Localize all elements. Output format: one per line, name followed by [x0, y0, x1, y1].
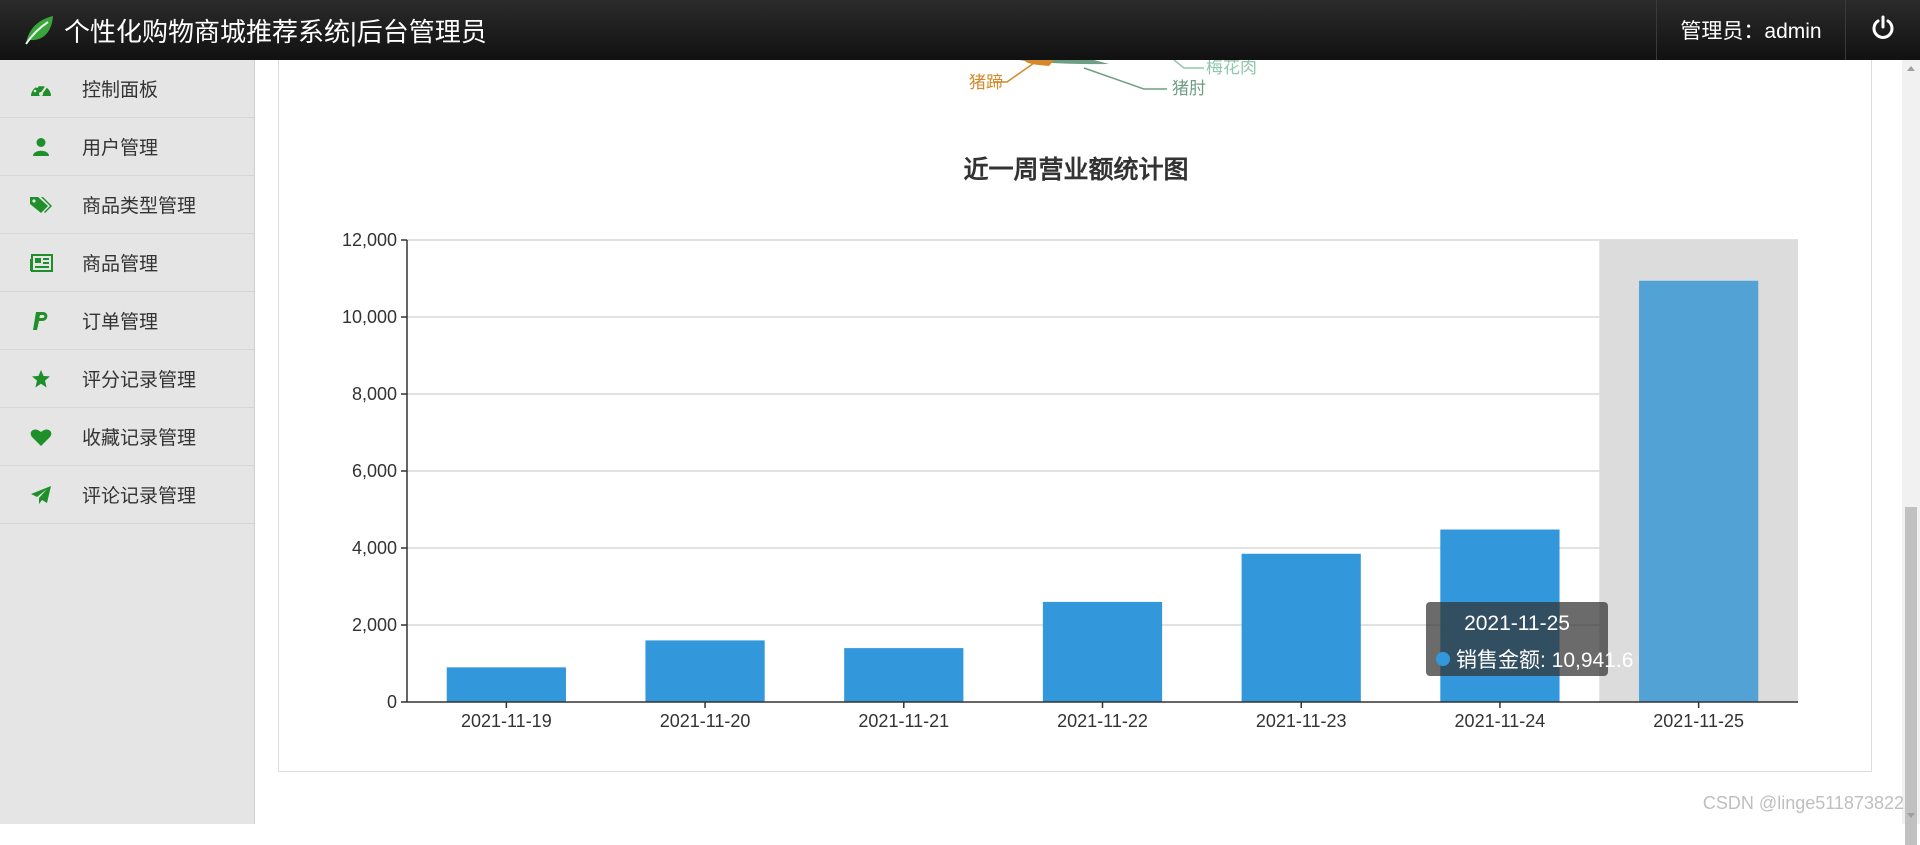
tooltip-row: 销售金额: 10,941.6 [1436, 644, 1633, 674]
sidebar-item-label: 评分记录管理 [82, 370, 197, 391]
sales-chart: 猪蹄 梅花肉 猪肘 近一周营业额统计图 0 2,000 4,000 6,000 8,00… [342, 60, 1798, 731]
sidebar-item-label: 收藏记录管理 [82, 428, 197, 449]
bar[interactable] [1639, 280, 1759, 702]
y-tick-label: 4,000 [352, 538, 397, 558]
admin-user-menu[interactable]: 管理员：admin [1656, 0, 1845, 60]
app-title: 个性化购物商城推荐系统|后台管理员 [64, 16, 487, 47]
scroll-down-icon[interactable] [1902, 806, 1920, 824]
y-tick-label: 8,000 [352, 384, 397, 404]
y-tick-label: 12,000 [342, 230, 397, 250]
sidebar-item-label: 商品类型管理 [82, 196, 197, 217]
bar[interactable] [1042, 601, 1163, 702]
scroll-up-icon[interactable] [1902, 60, 1920, 78]
paper-plane-icon [26, 485, 56, 505]
x-tick-label: 2021-11-21 [858, 711, 949, 731]
pie-label-line [1173, 60, 1204, 69]
sidebar-item-users[interactable]: 用户管理 [0, 118, 254, 176]
tags-icon [26, 195, 56, 215]
y-tick-label: 10,000 [342, 307, 397, 327]
sidebar-item-label: 商品管理 [82, 254, 159, 275]
newspaper-icon [26, 253, 56, 272]
heart-icon [26, 427, 56, 447]
bar[interactable] [645, 640, 765, 702]
bar[interactable] [446, 667, 566, 702]
scroll-thumb[interactable] [1905, 507, 1917, 845]
x-tick-label: 2021-11-20 [660, 711, 751, 731]
grid-lines [407, 239, 1798, 626]
series-dot [1436, 652, 1450, 666]
sidebar-item-dashboard[interactable]: 控制面板 [0, 60, 254, 118]
sidebar-item-comments[interactable]: 评论记录管理 [0, 466, 254, 524]
x-tick-label: 2021-11-24 [1455, 711, 1546, 731]
watermark: CSDN @linge511873822 [1702, 793, 1904, 813]
admin-label: 管理员：admin [1680, 20, 1822, 43]
y-tick-label: 0 [387, 692, 397, 712]
sidebar-item-products[interactable]: 商品管理 [0, 234, 254, 292]
pie-label: 猪肘 [1172, 79, 1206, 98]
tooltip-date: 2021-11-25 [1464, 612, 1570, 635]
bar[interactable] [1241, 553, 1361, 702]
sidebar-item-label: 评论记录管理 [82, 486, 197, 507]
sidebar-item-favorites[interactable]: 收藏记录管理 [0, 408, 254, 466]
chart-title: 近一周营业额统计图 [963, 155, 1188, 184]
top-navbar: 个性化购物商城推荐系统|后台管理员 管理员：admin [0, 0, 1920, 60]
y-tick-label: 6,000 [352, 461, 397, 481]
x-tick-label: 2021-11-19 [461, 711, 552, 731]
brand[interactable]: 个性化购物商城推荐系统|后台管理员 [22, 12, 487, 48]
sidebar: 控制面板 用户管理 商品类型管理 商品管理 订单管理 评分记录管理 收藏记录管理… [0, 60, 255, 824]
sidebar-item-label: 用户管理 [82, 138, 159, 159]
star-icon [26, 369, 56, 389]
pie-label: 梅花肉 [1206, 60, 1257, 77]
paypal-icon [26, 311, 56, 331]
user-icon [26, 137, 56, 157]
sidebar-item-product-types[interactable]: 商品类型管理 [0, 176, 254, 234]
x-tick-label: 2021-11-22 [1057, 711, 1148, 731]
bar[interactable] [844, 648, 964, 702]
page-scrollbar[interactable] [1902, 60, 1920, 845]
power-icon [1870, 15, 1896, 46]
pie-label-line [1083, 67, 1167, 90]
pie-label: 猪蹄 [969, 73, 1003, 92]
leaf-icon [22, 13, 56, 47]
sidebar-item-ratings[interactable]: 评分记录管理 [0, 350, 254, 408]
chart-tooltip: 2021-11-25 销售金额: 10,941.6 [1426, 602, 1633, 676]
pie-slice [1024, 60, 1054, 66]
dashboard-icon [26, 80, 56, 98]
pie-chart-partial: 猪蹄 梅花肉 猪肘 [969, 60, 1257, 98]
sidebar-item-orders[interactable]: 订单管理 [0, 292, 254, 350]
x-tick-label: 2021-11-25 [1653, 711, 1744, 731]
sidebar-item-label: 控制面板 [82, 80, 159, 101]
tooltip-value: 销售金额: 10,941.6 [1456, 649, 1634, 672]
y-tick-label: 2,000 [352, 615, 397, 635]
x-tick-label: 2021-11-23 [1256, 711, 1347, 731]
logout-button[interactable] [1845, 0, 1920, 60]
sidebar-item-label: 订单管理 [82, 312, 159, 333]
